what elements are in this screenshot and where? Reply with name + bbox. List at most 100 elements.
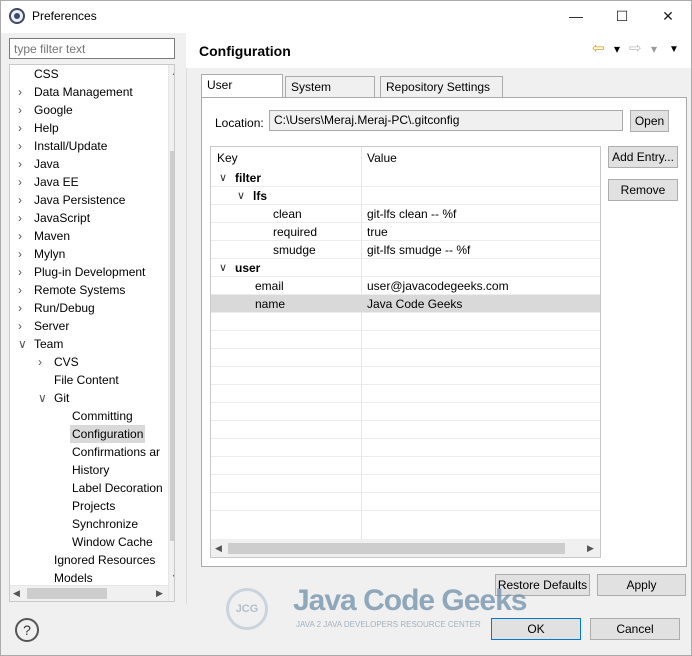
help-icon[interactable]: ? xyxy=(15,618,39,642)
row-value: git-lfs smudge -- %f xyxy=(367,243,471,257)
chevron-down-icon[interactable]: ∨ xyxy=(219,259,227,277)
table-row[interactable]: clean git-lfs clean -- %f xyxy=(211,205,600,223)
title-bar: Preferences — ☐ ✕ xyxy=(1,1,691,33)
config-table: Key Value ∨ filter ∨ lfs clean git-lfs clean … xyxy=(210,146,601,558)
eclipse-app-icon xyxy=(9,8,25,24)
chevron-right-icon[interactable]: › xyxy=(18,245,28,263)
chevron-right-icon[interactable]: › xyxy=(18,83,28,101)
chevron-right-icon[interactable]: › xyxy=(38,353,48,371)
row-value: user@javacodegeeks.com xyxy=(367,279,509,293)
forward-icon[interactable]: ⇨ xyxy=(629,39,642,57)
chevron-right-icon[interactable]: › xyxy=(18,263,28,281)
tree-item-label: Server xyxy=(34,319,70,333)
row-key: email xyxy=(255,279,284,293)
chevron-right-icon[interactable]: › xyxy=(18,209,28,227)
empty-table-row xyxy=(211,421,600,439)
row-value: git-lfs clean -- %f xyxy=(367,207,457,221)
empty-table-row xyxy=(211,367,600,385)
row-value: Java Code Geeks xyxy=(367,297,463,311)
scroll-up-icon[interactable]: ▲ xyxy=(171,67,174,77)
table-row[interactable]: email user@javacodegeeks.com xyxy=(211,277,600,295)
chevron-right-icon[interactable]: › xyxy=(18,191,28,209)
tree-item-label: Window Cache xyxy=(72,535,153,549)
table-row[interactable]: name Java Code Geeks xyxy=(211,295,600,313)
chevron-right-icon[interactable]: › xyxy=(18,299,28,317)
apply-button[interactable]: Apply xyxy=(597,574,686,596)
column-header-value[interactable]: Value xyxy=(361,147,397,169)
tree-item-label: CVS xyxy=(54,355,79,369)
chevron-down-icon[interactable]: ∨ xyxy=(38,389,48,407)
location-label: Location: xyxy=(215,116,264,130)
chevron-down-icon[interactable]: ∨ xyxy=(219,169,227,187)
tree-item-label: Committing xyxy=(72,409,133,423)
tree-item-label: CSS xyxy=(34,67,59,81)
chevron-right-icon[interactable]: › xyxy=(18,317,28,335)
table-scroll-left-icon[interactable]: ◀ xyxy=(215,543,222,554)
chevron-down-icon[interactable]: ∨ xyxy=(18,335,28,353)
tree-item-label: Java Persistence xyxy=(34,193,126,207)
chevron-right-icon[interactable]: › xyxy=(18,281,28,299)
scroll-down-icon[interactable]: ▼ xyxy=(171,572,174,582)
page-header: Configuration ⇦ ▾ ⇨ ▾ ▼ xyxy=(186,33,691,68)
watermark-title: Java Code Geeks xyxy=(293,584,527,617)
tree-item-label: Ignored Resources xyxy=(54,553,156,567)
table-row[interactable]: smudge git-lfs smudge -- %f xyxy=(211,241,600,259)
tab-repository-settings[interactable]: Repository Settings xyxy=(380,76,503,98)
configuration-page: User Settings System Settings Repository… xyxy=(186,68,691,604)
tree-item-label: Team xyxy=(34,337,64,351)
empty-table-row xyxy=(211,331,600,349)
forward-dropdown-icon[interactable]: ▾ xyxy=(651,42,657,56)
tree-vertical-scroll-thumb[interactable] xyxy=(170,151,174,541)
chevron-right-icon[interactable]: › xyxy=(18,137,28,155)
user-settings-panel: Location: C:\Users\Meraj.Meraj-PC\.gitco… xyxy=(201,97,687,567)
table-row[interactable]: ∨ user xyxy=(211,259,600,277)
row-value: true xyxy=(367,225,388,239)
scroll-left-icon[interactable]: ◀ xyxy=(13,588,20,599)
table-horizontal-scroll-thumb[interactable] xyxy=(228,543,565,554)
row-key: clean xyxy=(273,207,302,221)
empty-table-row xyxy=(211,439,600,457)
chevron-right-icon[interactable]: › xyxy=(18,101,28,119)
row-key: lfs xyxy=(253,189,268,203)
chevron-down-icon[interactable]: ∨ xyxy=(237,187,245,205)
row-key: required xyxy=(273,225,318,239)
back-icon[interactable]: ⇦ xyxy=(592,39,605,57)
table-row[interactable]: ∨ filter xyxy=(211,169,600,187)
chevron-right-icon[interactable]: › xyxy=(18,155,28,173)
tree-horizontal-scroll-thumb[interactable] xyxy=(27,588,107,599)
watermark-logo: JCG xyxy=(226,588,268,630)
tab-system-settings[interactable]: System Settings xyxy=(285,76,375,115)
table-row[interactable]: ∨ lfs xyxy=(211,187,600,205)
tree-item-label: Java xyxy=(34,157,60,171)
scroll-right-icon[interactable]: ▶ xyxy=(156,588,163,599)
table-scroll-right-icon[interactable]: ▶ xyxy=(587,543,594,554)
add-entry-button[interactable]: Add Entry... xyxy=(608,146,678,168)
chevron-right-icon[interactable]: › xyxy=(18,119,28,137)
filter-input[interactable] xyxy=(9,38,175,59)
tree-item-label: Configuration xyxy=(70,425,146,443)
back-dropdown-icon[interactable]: ▾ xyxy=(614,42,620,56)
tree-item-label: Help xyxy=(34,121,59,135)
watermark: JCG Java Code Geeks JAVA 2 JAVA DEVELOPE… xyxy=(226,584,527,634)
view-menu-icon[interactable]: ▼ xyxy=(669,44,679,55)
column-header-key[interactable]: Key xyxy=(211,147,238,169)
row-key: user xyxy=(235,261,261,275)
cancel-button[interactable]: Cancel xyxy=(590,618,680,640)
preferences-window: Preferences — ☐ ✕ CSS › Data Management › Go… xyxy=(0,0,692,656)
table-row[interactable]: required true xyxy=(211,223,600,241)
ok-button[interactable]: OK xyxy=(491,618,581,640)
chevron-right-icon[interactable]: › xyxy=(18,173,28,191)
page-title: Configuration xyxy=(199,43,291,59)
tab-user-settings[interactable]: User Settings xyxy=(201,74,283,113)
empty-table-row xyxy=(211,475,600,493)
maximize-button[interactable]: ☐ xyxy=(599,1,645,31)
tree-item-label: Google xyxy=(34,103,73,117)
chevron-right-icon[interactable]: › xyxy=(18,227,28,245)
open-button[interactable]: Open xyxy=(630,110,669,132)
tree-item-label: Label Decoration xyxy=(72,481,163,495)
close-button[interactable]: ✕ xyxy=(645,1,691,31)
remove-button[interactable]: Remove xyxy=(608,179,678,201)
tree-item-label: Data Management xyxy=(34,85,133,99)
minimize-button[interactable]: — xyxy=(553,1,599,31)
watermark-subtitle: JAVA 2 JAVA DEVELOPERS RESOURCE CENTER xyxy=(296,620,481,629)
